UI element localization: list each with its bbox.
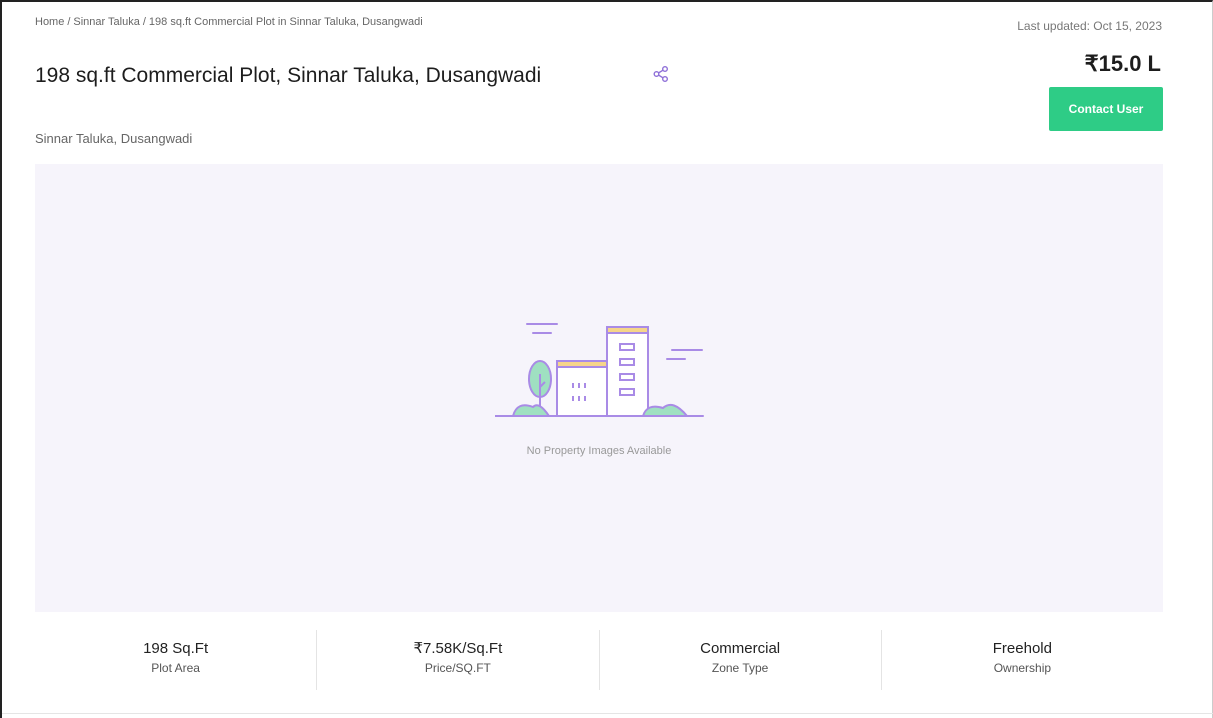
stat-ownership: Freehold Ownership [882,630,1163,690]
breadcrumb-taluka-link[interactable]: Sinnar Taluka [73,16,139,28]
property-stats: 198 Sq.Ft Plot Area ₹7.58K/Sq.Ft Price/S… [35,630,1163,690]
breadcrumb: Home / Sinnar Taluka/198 sq.ft Commercial … [35,16,423,28]
stat-value: Freehold [992,640,1052,657]
contact-user-button[interactable]: Contact User [1049,87,1163,131]
building-placeholder-icon [494,319,705,419]
stat-value: 198 Sq.Ft [143,640,209,657]
stat-label: Price/SQ.FT [424,661,491,675]
stat-value: Commercial [700,640,781,657]
image-gallery: No Property Images Available [35,164,1163,612]
breadcrumb-separator: / [67,16,71,28]
last-updated: Last updated: Oct 15, 2023 [1017,19,1162,33]
stat-zone-type: Commercial Zone Type [600,630,882,690]
stat-plot-area: 198 Sq.Ft Plot Area [35,630,318,690]
stat-label: Ownership [993,661,1052,675]
listing-location: Sinnar Taluka, Dusangwadi [35,131,193,146]
breadcrumb-home-link[interactable]: Home [35,16,64,28]
stat-price-per-sqft: ₹7.58K/Sq.Ft Price/SQ.FT [317,630,600,690]
divider [2,713,1213,714]
stat-label: Plot Area [151,661,200,675]
breadcrumb-separator: / [142,16,146,28]
no-images-message: No Property Images Available [526,445,672,457]
page-frame: Home / Sinnar Taluka/198 sq.ft Commercial … [0,0,1213,718]
listing-title: 198 sq.ft Commercial Plot, Sinnar Taluka… [35,64,542,87]
listing-price: ₹15.0 L [1084,51,1161,76]
stat-label: Zone Type [711,661,769,675]
breadcrumb-current: 198 sq.ft Commercial Plot in Sinnar Talu… [148,16,423,28]
stat-value: ₹7.58K/Sq.Ft [413,640,503,657]
share-icon[interactable] [652,65,670,83]
